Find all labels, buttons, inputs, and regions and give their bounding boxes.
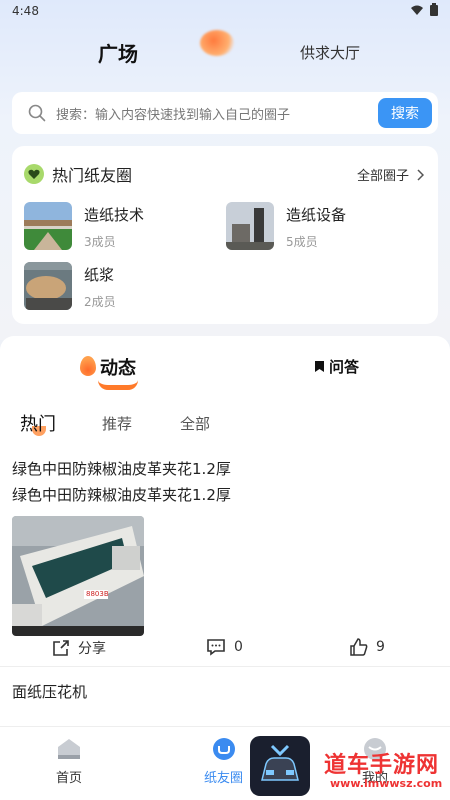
subtab-recommend[interactable]: 推荐 bbox=[102, 413, 132, 434]
subtab-all[interactable]: 全部 bbox=[180, 413, 210, 434]
subtab-hot[interactable]: 热门 bbox=[20, 410, 56, 436]
nav-home[interactable]: 首页 bbox=[56, 737, 82, 786]
circle-name: 纸浆 bbox=[84, 266, 115, 284]
post-title-line-1[interactable]: 面纸压花机 bbox=[12, 681, 87, 702]
chevron-right-icon bbox=[417, 168, 424, 181]
watermark-url: www.lmwwsz.com bbox=[330, 777, 443, 790]
sub-tabs: 热门 推荐 全部 bbox=[20, 410, 440, 440]
flame-icon bbox=[80, 356, 96, 376]
like-count: 9 bbox=[376, 639, 385, 655]
tab-supply-hall[interactable]: 供求大厅 bbox=[300, 42, 360, 63]
nav-circle-label: 纸友圈 bbox=[204, 771, 244, 786]
all-circles-link[interactable]: 全部圈子 bbox=[357, 165, 424, 184]
nav-circle[interactable]: 纸友圈 bbox=[204, 737, 243, 786]
circle-member-count: 5成员 bbox=[286, 235, 318, 249]
header: 广场 供求大厅 bbox=[0, 22, 450, 82]
hot-circles-header: 热门纸友圈 bbox=[24, 162, 132, 186]
hot-circles-title: 热门纸友圈 bbox=[52, 166, 133, 185]
post-title-line-1[interactable]: 绿色中田防辣椒油皮革夹花1.2厚 bbox=[12, 458, 231, 479]
search-bar[interactable]: 搜索：输入内容快速找到输入自己的圈子 搜索 bbox=[12, 92, 438, 134]
circle-item-papermaking-equipment[interactable]: 造纸设备 5成员 bbox=[226, 202, 346, 250]
circle-nav-icon bbox=[212, 738, 235, 760]
circle-thumbnail bbox=[24, 262, 72, 310]
circle-name: 造纸技术 bbox=[84, 206, 145, 224]
heart-icon bbox=[24, 164, 44, 184]
circle-member-count: 2成员 bbox=[84, 295, 116, 309]
bookmark-icon bbox=[315, 361, 324, 372]
tab-qa[interactable]: 问答 bbox=[314, 356, 359, 377]
image-caption: 8803B bbox=[86, 590, 109, 598]
search-input[interactable]: 搜索：输入内容快速找到输入自己的圈子 bbox=[56, 104, 290, 123]
status-time: 4:48 bbox=[12, 4, 39, 18]
like-button[interactable]: 9 bbox=[350, 638, 385, 656]
circle-member-count: 3成员 bbox=[84, 235, 116, 249]
circle-item-papermaking-tech[interactable]: 造纸技术 3成员 bbox=[24, 202, 144, 250]
status-icons bbox=[410, 3, 438, 16]
tab-dynamic[interactable]: 动态 bbox=[80, 354, 150, 394]
post-image[interactable]: 8803B bbox=[12, 516, 144, 636]
share-label: 分享 bbox=[78, 641, 106, 657]
all-circles-label: 全部圈子 bbox=[356, 169, 409, 184]
search-icon bbox=[28, 104, 46, 122]
comment-button[interactable]: 0 bbox=[206, 638, 243, 656]
battery-icon bbox=[430, 3, 438, 16]
circle-item-pulp[interactable]: 纸浆 2成员 bbox=[24, 262, 116, 310]
hot-circles-card: 热门纸友圈 全部圈子 造纸技术 3成员 造纸设备 5成员 纸浆 2成员 bbox=[12, 146, 438, 324]
circle-thumbnail bbox=[24, 202, 72, 250]
post-actions: 分享 0 9 bbox=[0, 638, 450, 662]
post-title-line-2[interactable]: 绿色中田防辣椒油皮革夹花1.2厚 bbox=[12, 484, 231, 505]
status-bar: 4:48 bbox=[0, 0, 450, 22]
share-button[interactable]: 分享 bbox=[52, 638, 106, 658]
search-button[interactable]: 搜索 bbox=[378, 98, 432, 128]
circle-name: 造纸设备 bbox=[286, 206, 347, 224]
active-tab-underline bbox=[98, 380, 138, 390]
feed-panel: 动态 问答 热门 推荐 全部 绿色中田防辣椒油皮革夹花1.2厚 绿色中田防辣椒油… bbox=[0, 336, 450, 726]
tab-square[interactable]: 广场 bbox=[98, 38, 138, 67]
comment-count: 0 bbox=[234, 639, 243, 655]
post-divider bbox=[0, 666, 450, 667]
wifi-icon bbox=[411, 5, 423, 15]
comment-icon bbox=[207, 639, 225, 656]
home-icon bbox=[58, 739, 80, 759]
share-icon bbox=[53, 640, 69, 656]
nav-home-label: 首页 bbox=[56, 771, 83, 786]
tab-dynamic-label: 动态 bbox=[100, 358, 136, 379]
thumbs-up-icon bbox=[350, 638, 368, 656]
active-tab-indicator bbox=[200, 30, 234, 56]
tab-qa-label: 问答 bbox=[329, 358, 360, 376]
circle-thumbnail bbox=[226, 202, 274, 250]
watermark-title: 道车手游网 bbox=[324, 753, 440, 778]
watermark-logo bbox=[250, 736, 310, 796]
